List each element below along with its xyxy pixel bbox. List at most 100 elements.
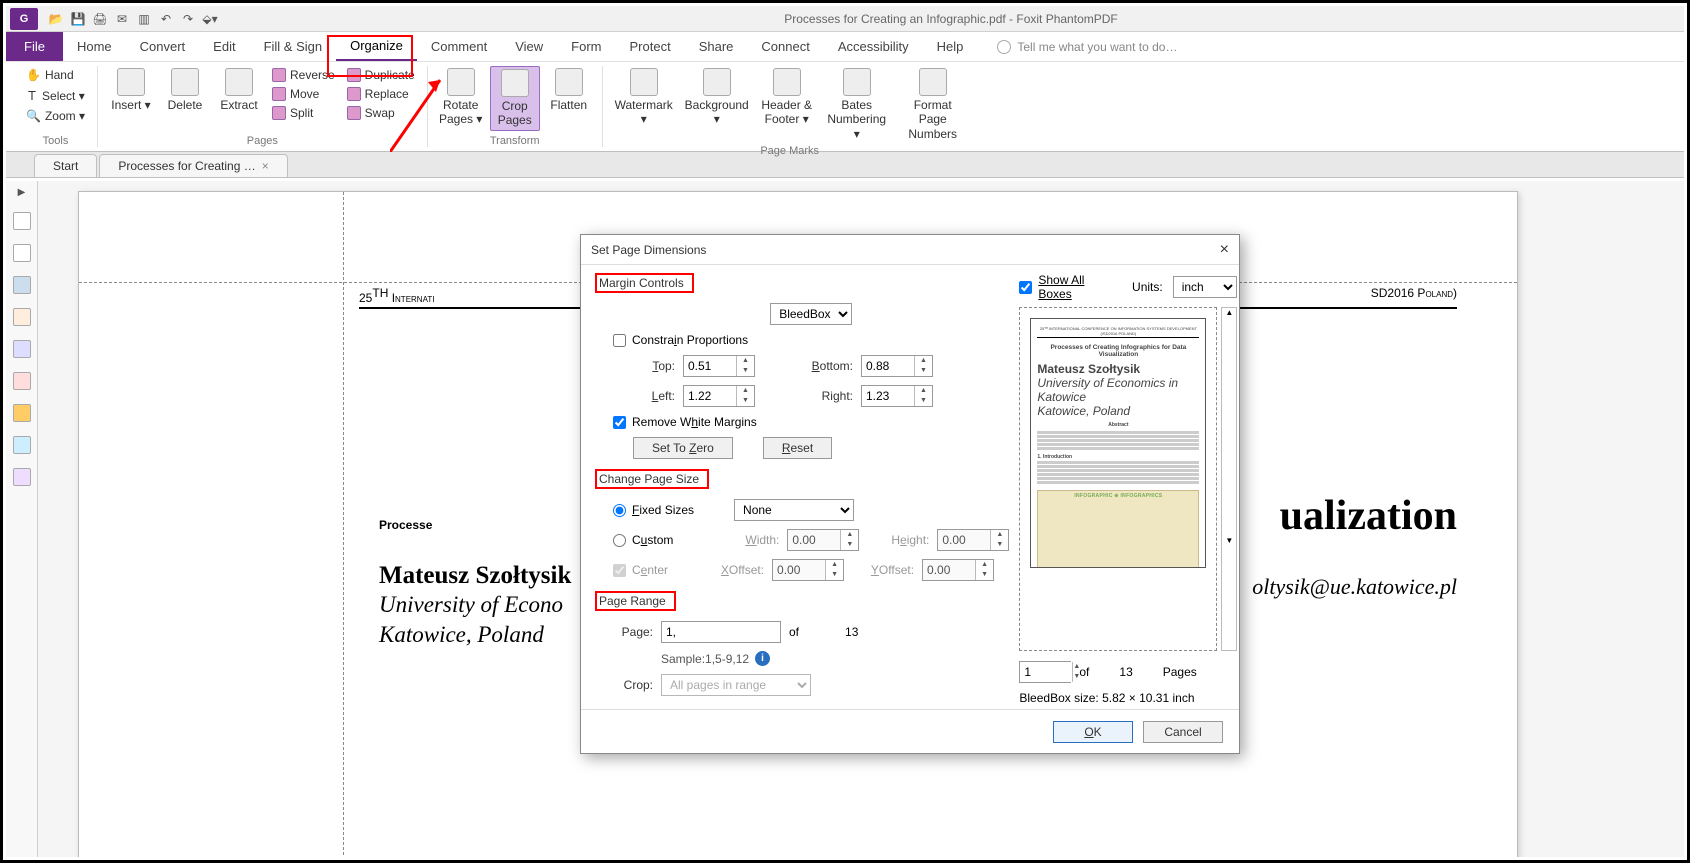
delete-button[interactable]: Delete [160,66,210,114]
preview-scrollbar[interactable]: ▲▼ [1221,307,1237,651]
tab-connect[interactable]: Connect [747,32,823,61]
tab-convert[interactable]: Convert [126,32,200,61]
tell-me-search[interactable]: Tell me what you want to do… [997,32,1177,61]
signatures-panel-icon[interactable] [13,468,31,486]
stamps-panel-icon[interactable] [13,372,31,390]
set-to-zero-button[interactable]: Set To Zero [633,437,733,459]
tab-protect[interactable]: Protect [616,32,685,61]
dropdown-icon[interactable]: ⬙▾ [202,11,218,27]
cancel-button[interactable]: Cancel [1143,721,1223,743]
remove-white-checkbox[interactable]: Remove White Margins [613,415,1009,429]
crop-pages-button[interactable]: Crop Pages [490,66,540,131]
tab-form[interactable]: Form [557,32,615,61]
left-input[interactable]: ▲▼ [683,385,755,407]
units-select[interactable]: inch [1173,276,1238,298]
app-logo: G [10,8,38,30]
comments-panel-icon[interactable] [13,308,31,326]
undo-icon[interactable]: ↶ [158,11,174,27]
fixed-sizes-radio[interactable]: Fixed Sizes [613,503,694,517]
ok-button[interactable]: OK [1053,721,1133,743]
crop-select[interactable]: All pages in range [661,674,811,696]
file-tab[interactable]: File [6,32,63,61]
dialog-close-icon[interactable]: × [1220,241,1229,259]
doctab-start[interactable]: Start [34,154,97,177]
bottom-label: Bottom: [791,359,853,373]
split-button[interactable]: Split [268,104,339,122]
zoom-tool[interactable]: 🔍Zoom ▾ [22,107,89,125]
tab-help[interactable]: Help [923,32,978,61]
fixed-size-select[interactable]: None [734,499,854,521]
select-tool[interactable]: ＴSelect ▾ [22,85,89,106]
security-panel-icon[interactable] [13,404,31,422]
layers-panel-icon[interactable] [13,276,31,294]
extract-button[interactable]: Extract [214,66,264,114]
xoffset-label: XOffset: [702,563,764,577]
right-label: Right: [791,389,853,403]
email-icon[interactable]: ✉ [114,11,130,27]
constrain-checkbox[interactable]: Constrain Proportions [613,333,1009,347]
page-of-label: of [789,625,799,639]
print-icon[interactable]: 🖨 [92,11,108,27]
section-change-page-size: Change Page Size [595,469,709,489]
blank-icon[interactable]: ▥ [136,11,152,27]
pages-panel-icon[interactable] [13,212,31,230]
move-button[interactable]: Move [268,85,339,103]
watermark-button[interactable]: Watermark ▾ [611,66,677,129]
zoom-icon: 🔍 [26,109,41,123]
tab-view[interactable]: View [501,32,557,61]
fields-panel-icon[interactable] [13,436,31,454]
menu-strip: File Home Convert Edit Fill & Sign Organ… [6,32,1684,62]
close-icon[interactable]: × [262,159,269,173]
box-type-select[interactable]: BleedBox [770,303,852,325]
duplicate-icon [347,68,361,82]
hand-icon: ✋ [26,68,41,82]
reverse-button[interactable]: Reverse [268,66,339,84]
replace-button[interactable]: Replace [343,85,419,103]
expand-icon[interactable]: ▶ [18,187,26,198]
background-button[interactable]: Background ▾ [681,66,753,129]
width-input[interactable]: ▲▼ [787,529,859,551]
show-all-boxes-checkbox[interactable]: Show All Boxes [1019,273,1112,301]
yoffset-input[interactable]: ▲▼ [922,559,994,581]
tab-share[interactable]: Share [685,32,748,61]
watermark-icon [630,68,658,96]
duplicate-button[interactable]: Duplicate [343,66,419,84]
bottom-input[interactable]: ▲▼ [861,355,933,377]
ribbon-group-pagemarks: Watermark ▾ Background ▾ Header & Footer… [603,66,977,147]
tab-accessibility[interactable]: Accessibility [824,32,923,61]
page-total: 13 [845,625,858,639]
tab-edit[interactable]: Edit [199,32,249,61]
reset-button[interactable]: Reset [763,437,832,459]
swap-button[interactable]: Swap [343,104,419,122]
preview-page-spinner[interactable]: ▲▼ [1019,661,1071,683]
tab-fillsign[interactable]: Fill & Sign [250,32,337,61]
redo-icon[interactable]: ↷ [180,11,196,27]
doc-title-left: Processe [379,518,432,532]
attachments-panel-icon[interactable] [13,340,31,358]
bates-button[interactable]: Bates Numbering ▾ [821,66,893,143]
bookmarks-panel-icon[interactable] [13,244,31,262]
custom-radio[interactable]: Custom [613,533,673,547]
tab-home[interactable]: Home [63,32,126,61]
format-icon [919,68,947,96]
top-input[interactable]: ▲▼ [683,355,755,377]
header-footer-button[interactable]: Header & Footer ▾ [757,66,817,129]
background-icon [703,68,731,96]
tab-comment[interactable]: Comment [417,32,501,61]
info-icon[interactable]: i [755,651,770,666]
hand-tool[interactable]: ✋Hand [22,66,89,84]
save-icon[interactable]: 💾 [70,11,86,27]
height-input[interactable]: ▲▼ [937,529,1009,551]
doctab-document[interactable]: Processes for Creating …× [99,154,287,177]
page-range-input[interactable] [661,621,781,643]
rotate-pages-button[interactable]: Rotate Pages ▾ [436,66,486,129]
insert-button[interactable]: Insert ▾ [106,66,156,114]
tab-organize[interactable]: Organize [336,32,417,61]
dialog-titlebar: Set Page Dimensions × [581,235,1239,265]
flatten-button[interactable]: Flatten [544,66,594,114]
xoffset-input[interactable]: ▲▼ [772,559,844,581]
format-page-numbers-button[interactable]: Format Page Numbers [897,66,969,143]
open-icon[interactable]: 📂 [48,11,64,27]
window-title: Processes for Creating an Infographic.pd… [218,12,1684,26]
right-input[interactable]: ▲▼ [861,385,933,407]
